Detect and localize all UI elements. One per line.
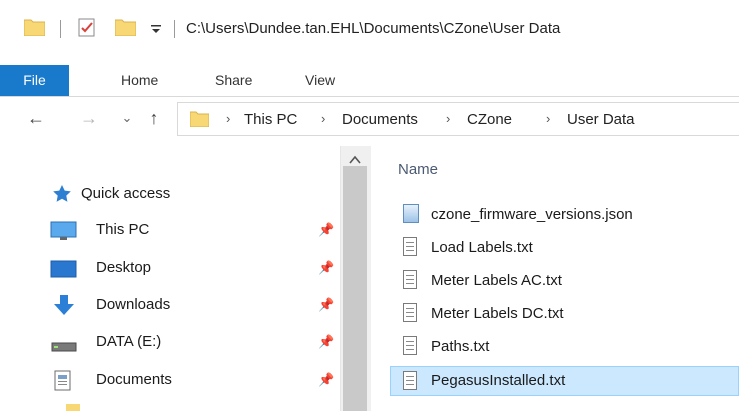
back-arrow-icon[interactable]: ← bbox=[26, 107, 46, 129]
file-name: PegasusInstalled.txt bbox=[431, 372, 566, 389]
text-file-icon bbox=[403, 303, 417, 322]
pin-icon[interactable]: 📌 bbox=[318, 222, 334, 238]
file-row[interactable]: Meter Labels DC.txt bbox=[390, 299, 739, 329]
recent-locations-chevron-icon[interactable]: ⌄ bbox=[120, 107, 134, 129]
json-file-icon bbox=[403, 204, 419, 223]
breadcrumb-separator[interactable]: › bbox=[446, 111, 450, 126]
address-bar[interactable]: › This PC › Documents › CZone › User Dat… bbox=[177, 102, 739, 136]
sidebar-item-quick-access[interactable]: Quick access bbox=[50, 180, 335, 210]
sidebar-item-label: Documents bbox=[96, 371, 172, 388]
title-bar: C:\Users\Dundee.tan.EHL\Documents\CZone\… bbox=[0, 0, 739, 65]
folder-icon bbox=[66, 404, 80, 411]
pin-icon[interactable]: 📌 bbox=[318, 334, 334, 350]
drive-icon bbox=[51, 339, 77, 352]
desktop-icon bbox=[50, 259, 77, 279]
text-file-icon bbox=[403, 270, 417, 289]
quick-access-toolbar-dropdown-icon[interactable] bbox=[150, 20, 162, 36]
breadcrumb-documents[interactable]: Documents bbox=[342, 111, 418, 128]
window-title-path: C:\Users\Dundee.tan.EHL\Documents\CZone\… bbox=[186, 20, 561, 37]
file-name: Load Labels.txt bbox=[431, 239, 533, 256]
text-file-icon bbox=[403, 237, 417, 256]
sidebar-item-this-pc[interactable]: This PC 📌 bbox=[50, 216, 335, 246]
navigation-pane-scrollbar[interactable] bbox=[340, 146, 371, 411]
scroll-up-arrow-icon[interactable] bbox=[349, 152, 361, 164]
breadcrumb-czone[interactable]: CZone bbox=[467, 111, 512, 128]
sidebar-item-label: Quick access bbox=[81, 185, 171, 202]
sidebar-item-data-drive[interactable]: DATA (E:) 📌 bbox=[50, 328, 335, 358]
documents-icon bbox=[54, 370, 72, 391]
separator bbox=[174, 20, 175, 38]
file-name: Meter Labels AC.txt bbox=[431, 272, 562, 289]
sidebar-item-downloads[interactable]: Downloads 📌 bbox=[50, 291, 335, 321]
breadcrumb-separator[interactable]: › bbox=[321, 111, 325, 126]
folder-icon bbox=[189, 110, 210, 128]
sidebar-item-label: DATA (E:) bbox=[96, 333, 162, 350]
file-row[interactable]: Meter Labels AC.txt bbox=[390, 266, 739, 296]
file-name: Paths.txt bbox=[431, 338, 490, 355]
breadcrumb-separator[interactable]: › bbox=[226, 111, 230, 126]
folder-icon bbox=[23, 18, 46, 37]
new-folder-icon[interactable] bbox=[114, 18, 137, 37]
breadcrumb-user-data[interactable]: User Data bbox=[567, 111, 635, 128]
file-name: Meter Labels DC.txt bbox=[431, 305, 564, 322]
sidebar-item-label: This PC bbox=[96, 221, 150, 238]
tab-home[interactable]: Home bbox=[121, 65, 158, 96]
file-row-selected[interactable]: PegasusInstalled.txt bbox=[390, 366, 739, 396]
star-icon bbox=[53, 185, 71, 202]
column-header-name[interactable]: Name bbox=[398, 161, 438, 178]
monitor-icon bbox=[50, 221, 77, 241]
download-arrow-icon bbox=[53, 294, 75, 316]
tab-share[interactable]: Share bbox=[215, 65, 252, 96]
separator bbox=[60, 20, 61, 38]
sidebar-item-desktop[interactable]: Desktop 📌 bbox=[50, 254, 335, 284]
sidebar-item-label: Downloads bbox=[96, 296, 171, 313]
sidebar-item-label: Desktop bbox=[96, 259, 152, 276]
text-file-icon bbox=[403, 336, 417, 355]
tab-view[interactable]: View bbox=[305, 65, 335, 96]
breadcrumb-separator[interactable]: › bbox=[546, 111, 550, 126]
up-arrow-icon[interactable]: ↑ bbox=[144, 107, 164, 129]
properties-icon[interactable] bbox=[78, 18, 96, 37]
ribbon-tabs: File Home Share View bbox=[0, 65, 739, 97]
pin-icon[interactable]: 📌 bbox=[318, 372, 334, 388]
file-row[interactable]: czone_firmware_versions.json bbox=[390, 200, 739, 230]
forward-arrow-icon[interactable]: → bbox=[79, 107, 99, 129]
pin-icon[interactable]: 📌 bbox=[318, 260, 334, 276]
text-file-icon bbox=[403, 371, 417, 390]
sidebar-item-documents[interactable]: Documents 📌 bbox=[50, 366, 335, 396]
pin-icon[interactable]: 📌 bbox=[318, 297, 334, 313]
scrollbar-thumb[interactable] bbox=[343, 166, 367, 411]
breadcrumb-this-pc[interactable]: This PC bbox=[244, 111, 297, 128]
file-name: czone_firmware_versions.json bbox=[431, 206, 633, 223]
file-row[interactable]: Load Labels.txt bbox=[390, 233, 739, 263]
tab-file[interactable]: File bbox=[0, 65, 69, 96]
file-row[interactable]: Paths.txt bbox=[390, 332, 739, 362]
